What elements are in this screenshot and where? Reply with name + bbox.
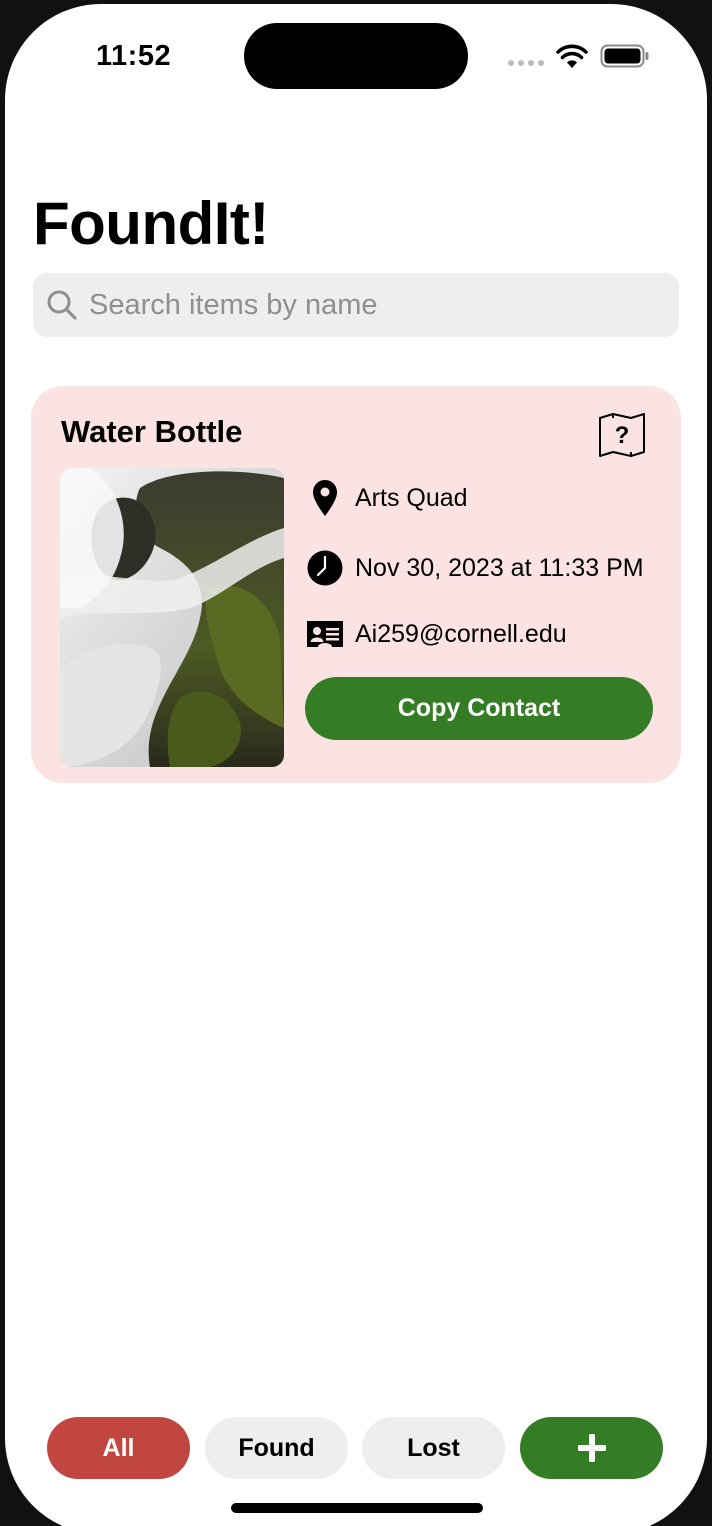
clock-icon — [305, 548, 345, 588]
contact-text: Ai259@cornell.edu — [355, 619, 567, 648]
waterfall-image — [60, 468, 284, 767]
item-photo — [60, 468, 284, 767]
home-indicator — [231, 1503, 483, 1513]
page-title: FoundIt! — [33, 190, 269, 257]
add-item-button[interactable] — [520, 1417, 663, 1479]
search-input[interactable] — [87, 287, 651, 323]
location-pin-icon — [305, 478, 345, 518]
svg-text:?: ? — [615, 422, 630, 449]
dynamic-island — [244, 23, 468, 89]
search-icon — [47, 290, 77, 320]
filter-lost-button[interactable]: Lost — [362, 1417, 505, 1479]
item-title: Water Bottle — [61, 414, 243, 449]
battery-icon — [600, 44, 649, 68]
contact-row: Ai259@cornell.edu — [305, 614, 567, 654]
wifi-icon — [556, 44, 588, 68]
item-card[interactable]: Water Bottle ? Arts Quad Nov 30, 2023 at… — [31, 386, 681, 783]
datetime-row: Nov 30, 2023 at 11:33 PM — [305, 548, 644, 588]
cellular-signal-icon — [508, 60, 544, 66]
contact-card-icon — [305, 614, 345, 654]
location-row: Arts Quad — [305, 478, 468, 518]
location-text: Arts Quad — [355, 483, 468, 512]
app-screen: 11:52 FoundIt! Water Bottle — [5, 4, 707, 1526]
search-bar[interactable] — [33, 273, 679, 337]
map-question-icon[interactable]: ? — [597, 412, 647, 458]
status-time: 11:52 — [96, 40, 172, 72]
device-frame: 11:52 FoundIt! Water Bottle — [0, 0, 712, 1526]
datetime-text: Nov 30, 2023 at 11:33 PM — [355, 553, 644, 582]
filter-all-button[interactable]: All — [47, 1417, 190, 1479]
filter-found-button[interactable]: Found — [205, 1417, 348, 1479]
plus-icon — [577, 1434, 606, 1462]
copy-contact-button[interactable]: Copy Contact — [305, 677, 653, 740]
